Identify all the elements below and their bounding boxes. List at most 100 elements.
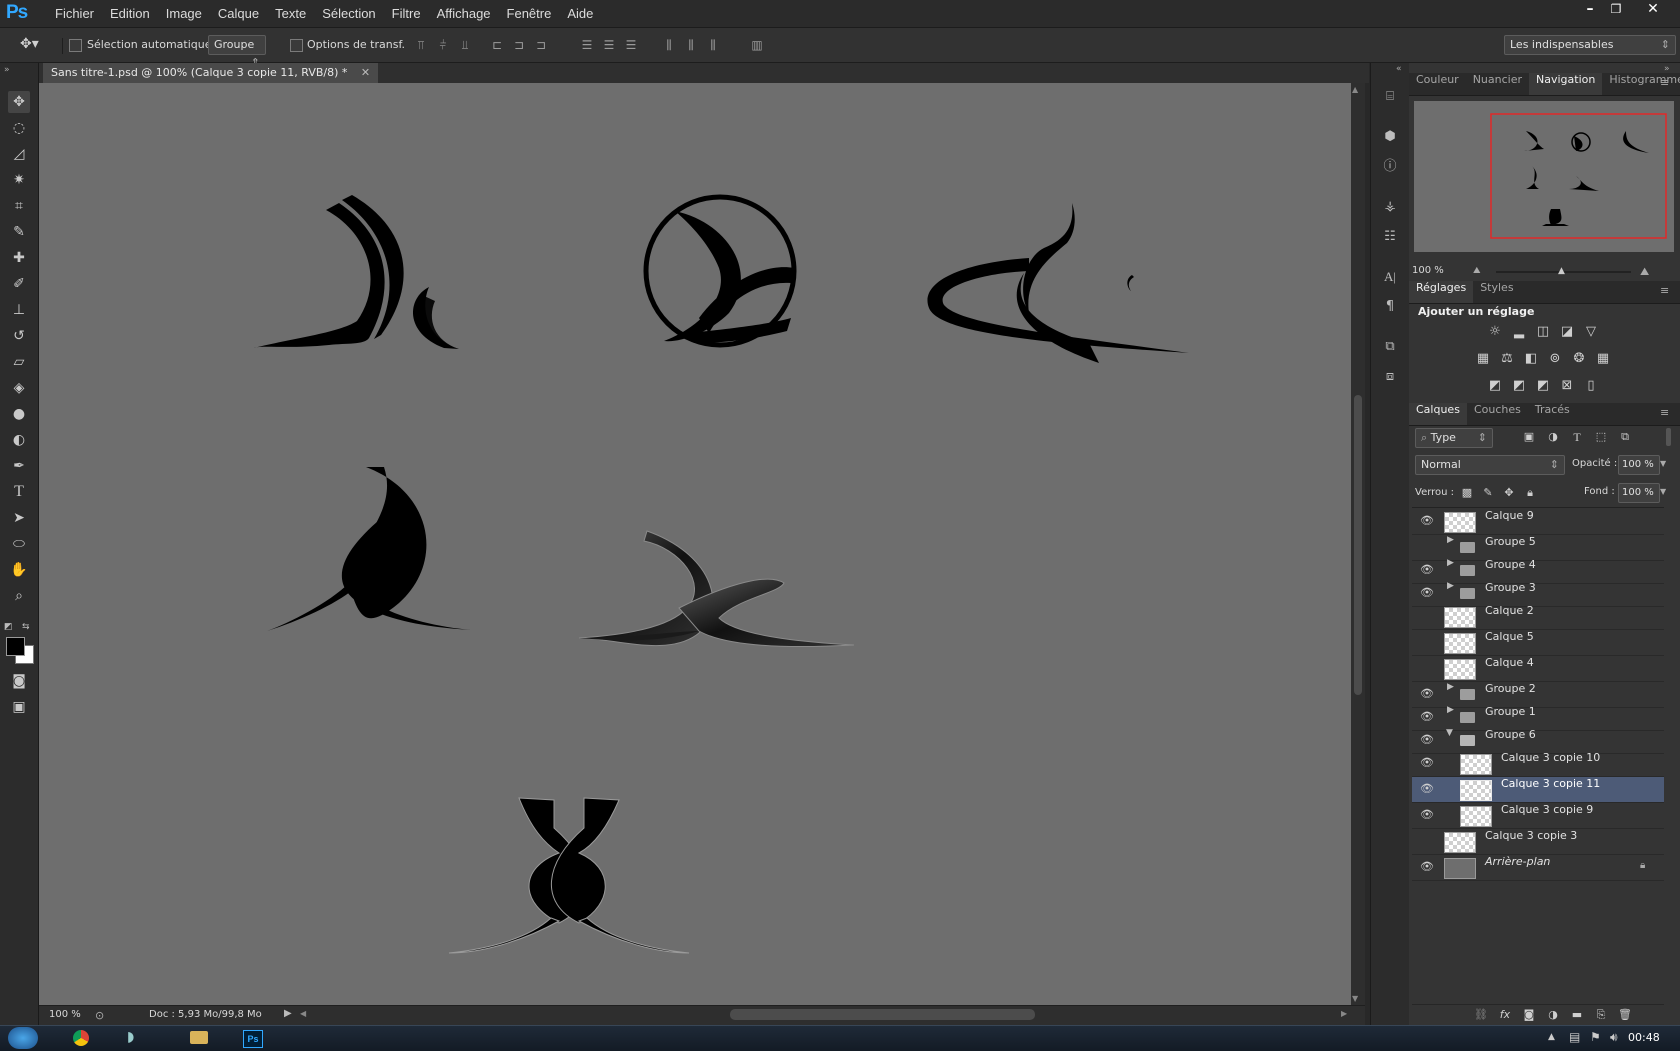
zoom-level[interactable]: 100 % (49, 1009, 81, 1020)
opacity-input[interactable]: 100 % (1618, 455, 1660, 475)
fill-input[interactable]: 100 % (1618, 483, 1660, 503)
brush-tool-icon[interactable]: ✐ (8, 273, 30, 295)
doc-info-icon[interactable]: ⊙ (95, 1009, 104, 1022)
layer-row[interactable]: 👁︎ Arrière-plan 🔒︎ (1412, 855, 1664, 881)
default-colors-icon[interactable]: ◩ (4, 622, 13, 632)
brightness-contrast-icon[interactable]: ☼ (1486, 323, 1504, 341)
ellipse-tool-icon[interactable]: ⬭ (8, 533, 30, 555)
magic-wand-tool-icon[interactable]: ✷ (8, 169, 30, 191)
scroll-right-icon[interactable]: ▶ (1341, 1009, 1347, 1018)
close-tab-icon[interactable]: ✕ (361, 66, 370, 79)
layer-row[interactable]: Calque 5 (1412, 630, 1664, 656)
character-panel-icon[interactable]: A| (1380, 267, 1400, 287)
visibility-toggle[interactable] (1420, 636, 1434, 648)
auto-align-layers-icon[interactable]: ▥ (750, 38, 764, 52)
expand-triangle-icon[interactable]: ▶ (1447, 535, 1454, 545)
paragraph-styles-icon[interactable]: ⧈ (1380, 367, 1400, 387)
lock-transparent-icon[interactable]: ▩ (1458, 484, 1476, 502)
visibility-eye-icon[interactable]: 👁︎ (1420, 711, 1434, 723)
layer-row[interactable]: 👁︎ Calque 3 copie 10 (1412, 751, 1664, 777)
photoshop-taskbar-icon[interactable]: Ps (243, 1030, 263, 1048)
explorer-folder-icon[interactable] (190, 1031, 208, 1044)
exposure-icon[interactable]: ◪ (1558, 323, 1576, 341)
visibility-eye-icon[interactable]: 👁︎ (1420, 515, 1434, 527)
layer-row[interactable]: 👁︎ Calque 3 copie 9 (1412, 803, 1664, 829)
collapse-arrows-icon[interactable]: » (4, 65, 10, 75)
zoom-out-icon[interactable]: ⛰ (1473, 266, 1481, 276)
network-icon[interactable]: ▤ (1569, 1030, 1580, 1044)
clone-stamp-tool-icon[interactable]: ⊥ (8, 299, 30, 321)
opacity-dropdown-arrow-icon[interactable]: ▼ (1660, 459, 1666, 468)
document-tab[interactable]: Sans titre-1.psd @ 100% (Calque 3 copie … (43, 63, 379, 83)
tab-reglages[interactable]: Réglages (1409, 281, 1474, 303)
visibility-eye-icon[interactable]: 👁︎ (1420, 809, 1434, 821)
zoom-in-icon[interactable]: ⛰ (1640, 265, 1649, 279)
visibility-eye-icon[interactable]: 👁︎ (1420, 564, 1434, 576)
threshold-icon[interactable]: ◩ (1534, 377, 1552, 395)
distribute-bottom-icon[interactable]: ☰ (624, 38, 638, 52)
path-selection-tool-icon[interactable]: ➤ (8, 507, 30, 529)
visibility-eye-icon[interactable]: 👁︎ (1420, 783, 1434, 795)
lasso-tool-icon[interactable]: ◿ (8, 143, 30, 165)
visibility-eye-icon[interactable]: 👁︎ (1420, 861, 1434, 873)
dodge-tool-icon[interactable]: ◐ (8, 429, 30, 451)
scroll-up-icon[interactable]: ▲ (1352, 85, 1358, 94)
distribute-right-icon[interactable]: ⫼ (706, 38, 720, 52)
align-left-icon[interactable]: ⊏ (490, 38, 504, 52)
vibrance-icon[interactable]: ▽ (1582, 323, 1600, 341)
hue-saturation-icon[interactable]: ▦ (1474, 350, 1492, 368)
move-tool-preset-icon[interactable]: ✥▾ (20, 36, 39, 52)
lock-all-icon[interactable]: 🔒︎ (1521, 484, 1539, 502)
filter-smart-object-icon[interactable]: ⧉ (1616, 428, 1634, 446)
layer-row[interactable]: Calque 3 copie 3 (1412, 829, 1664, 855)
crop-tool-icon[interactable]: ⌗ (8, 195, 30, 217)
new-group-icon[interactable]: ▬ (1568, 1006, 1586, 1024)
new-layer-icon[interactable]: ⎘ (1592, 1006, 1610, 1024)
photo-filter-icon[interactable]: ⊚ (1546, 350, 1564, 368)
black-white-icon[interactable]: ◧ (1522, 350, 1540, 368)
lock-pixels-icon[interactable]: ✎ (1479, 484, 1497, 502)
history-panel-icon[interactable]: ⌸ (1380, 87, 1400, 107)
pen-tool-icon[interactable]: ✒ (8, 455, 30, 477)
tab-navigation[interactable]: Navigation (1529, 73, 1603, 95)
hand-tool-icon[interactable]: ✋ (8, 559, 30, 581)
swap-colors-icon[interactable]: ⇆ (22, 622, 30, 632)
menu-texte[interactable]: Texte (267, 6, 314, 21)
volume-icon[interactable]: 🔊︎ (1610, 1030, 1618, 1045)
filter-type-icon[interactable]: T (1568, 428, 1586, 446)
expand-triangle-icon[interactable]: ▶ (1447, 705, 1454, 715)
brush-presets-icon[interactable]: ⚶ (1380, 197, 1400, 217)
filter-toggle-switch[interactable] (1666, 428, 1671, 446)
info-panel-icon[interactable]: ⓘ (1380, 157, 1400, 177)
navigator-zoom-slider-handle[interactable]: ▲ (1558, 266, 1565, 276)
move-tool-icon[interactable]: ✥ (8, 91, 30, 113)
menu-fenetre[interactable]: Fenêtre (499, 6, 560, 21)
blur-tool-icon[interactable]: ● (8, 403, 30, 425)
link-layers-icon[interactable]: ⛓ (1472, 1006, 1490, 1024)
align-bottom-icon[interactable]: ⫫ (458, 38, 472, 52)
media-player-icon[interactable]: ◗ (127, 1029, 134, 1045)
distribute-hcenter-icon[interactable]: ⫼ (684, 38, 698, 52)
type-tool-icon[interactable]: T (8, 481, 30, 503)
minimize-icon[interactable]: – (1577, 0, 1603, 20)
character-styles-icon[interactable]: ⧉ (1380, 337, 1400, 357)
trash-icon[interactable]: 🗑︎ (1616, 1006, 1634, 1024)
selective-color-icon[interactable]: ⊠ (1558, 377, 1576, 395)
blend-mode-dropdown[interactable]: Normal ⇕ (1415, 455, 1565, 475)
paragraph-panel-icon[interactable]: ¶ (1380, 297, 1400, 317)
add-mask-icon[interactable]: ◙ (1520, 1006, 1538, 1024)
scroll-left-icon[interactable]: ◀ (300, 1009, 306, 1018)
panel-menu-icon[interactable]: ≡ (1660, 76, 1669, 89)
layer-filter-dropdown[interactable]: ⌕ Type ⇕ (1415, 428, 1493, 448)
eraser-tool-icon[interactable]: ▱ (8, 351, 30, 373)
filter-shape-icon[interactable]: ⬚ (1592, 428, 1610, 446)
visibility-toggle[interactable] (1420, 610, 1434, 622)
layer-row-selected[interactable]: 👁︎ Calque 3 copie 11 (1412, 777, 1664, 803)
zoom-tool-icon[interactable]: ⌕ (8, 585, 30, 607)
navigator-preview[interactable] (1414, 101, 1674, 252)
document-canvas[interactable] (39, 83, 1351, 1005)
invert-icon[interactable]: ◩ (1486, 377, 1504, 395)
restore-icon[interactable]: ❐ (1603, 0, 1629, 20)
layer-row[interactable]: 👁︎ Calque 9 (1412, 509, 1664, 535)
status-menu-arrow-icon[interactable]: ▶ (284, 1008, 292, 1019)
